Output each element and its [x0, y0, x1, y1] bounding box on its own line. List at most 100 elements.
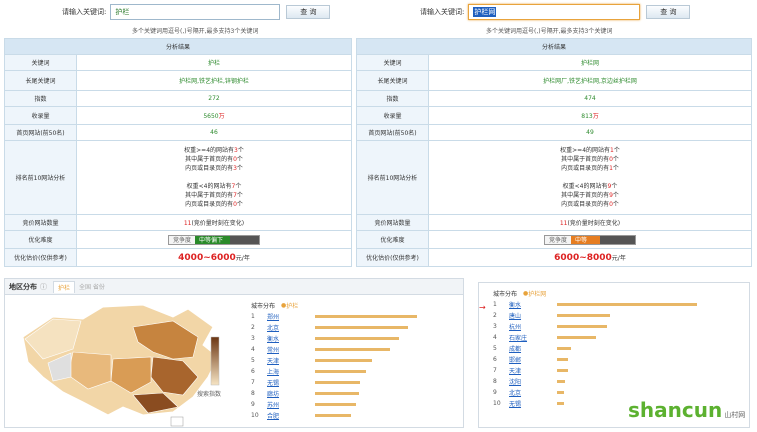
index-value: 272 [76, 90, 352, 107]
map-legend-text: 搜索指数 [197, 391, 222, 398]
city-link[interactable]: 上海 [267, 367, 297, 376]
city-bar [315, 403, 356, 406]
left-search-input[interactable]: 护栏 [110, 4, 281, 20]
city-row: 5 天津 [251, 355, 461, 366]
city-link[interactable]: 天津 [267, 356, 297, 365]
left-search-row: 请输入关键词: 护栏 查 询 [62, 4, 331, 20]
longtail-value: 护栏网,铁艺护栏,锌钢护栏 [76, 70, 352, 91]
index-label: 指数 [4, 90, 77, 107]
city-rank: 8 [251, 390, 255, 397]
left-query-button[interactable]: 查 询 [286, 5, 331, 19]
city-row: 8 沈阳 [493, 376, 743, 387]
china-map [22, 304, 220, 427]
difficulty-tag: 竞争度 [168, 235, 195, 244]
bid-label: 竞价网站数量 [4, 214, 77, 231]
tab-keyword[interactable]: 护栏 [53, 280, 76, 293]
help-icon[interactable]: ⓘ [40, 282, 47, 292]
top10-cell: 权重>=4的网站有1个 其中属于首页的有0个 内页或目录页的有1个 权重<4的网… [428, 140, 752, 215]
bid-note: (竞价量时刻在变化) [567, 220, 621, 227]
a1-unit: 个 [613, 147, 620, 154]
city-link[interactable]: 常州 [267, 345, 297, 354]
city-link[interactable]: 沈阳 [509, 377, 539, 386]
diff-label: 优化难度 [356, 230, 429, 249]
city-rank: 7 [493, 367, 497, 374]
city-ranking: 城市分布 ● 护栏 1 郑州 2 北京 3 衡水 4 常州 5 天津 6 上海 7 无锡 8 廊坊 9 苏州 10 合肥 [251, 299, 461, 421]
city-link[interactable]: 唐山 [509, 311, 539, 320]
top50-value: 46 [76, 124, 352, 141]
right-search-row: 请输入关键词: 护栏网 查 询 [420, 4, 691, 20]
city-link[interactable]: 苏州 [267, 400, 297, 409]
city-link[interactable]: 衡水 [267, 334, 297, 343]
price-unit: 元/年 [235, 254, 250, 262]
city-row: 1 衡水 [493, 299, 743, 310]
indexed-label: 收录量 [356, 106, 429, 125]
keyword-value: 护栏网 [428, 54, 752, 71]
index-value: 474 [428, 90, 752, 107]
a2-unit: 个 [236, 156, 243, 163]
price-value: 6000~8000 [554, 252, 612, 263]
city-rank: 5 [493, 345, 497, 352]
bid-note: (竞价量时刻在变化) [191, 220, 245, 227]
left-result-table: 分析结果 关键词 护栏 长尾关键词 护栏网,铁艺护栏,锌钢护栏 指数 272 收录量 5… [4, 38, 352, 267]
difficulty-tag: 竞争度 [544, 235, 571, 244]
legend-label: 护栏 [286, 302, 299, 310]
city-bar [557, 336, 597, 339]
city-link[interactable]: 北京 [509, 388, 539, 397]
city-ranking: 城市分布 ● 护栏网 1 衡水 2 唐山 3 杭州 4 石家庄 5 成都 6 邯郸 7 天津 8 沈阳 9 北京 10 无… [493, 287, 743, 409]
city-link[interactable]: 无锡 [267, 378, 297, 387]
city-row: 2 唐山 [493, 310, 743, 321]
city-row: 1 郑州 [251, 311, 461, 322]
right-search-input[interactable]: 护栏网 [468, 4, 641, 20]
bid-cell: 11(竞价量时刻在变化) [76, 214, 352, 231]
city-rank: 5 [251, 357, 255, 364]
a3-text: 内页或目录页的有 [561, 165, 610, 172]
b3-text: 内页或目录页的有 [561, 201, 610, 208]
city-link[interactable]: 合肥 [267, 411, 297, 420]
city-row: 8 廊坊 [251, 388, 461, 399]
a1-text: 权重>=4的网站有 [560, 147, 611, 154]
index-label: 指数 [356, 90, 429, 107]
city-row: 9 苏州 [251, 399, 461, 410]
city-link[interactable]: 郑州 [267, 312, 297, 321]
region-distribution-panel: 地区分布 ⓘ 护栏 全国 省份 搜索指数 城市分布 ● 护栏 1 郑州 2 北京 3 衡水 4 常… [4, 278, 464, 428]
city-row: 9 北京 [493, 387, 743, 398]
city-link[interactable]: 石家庄 [509, 333, 539, 342]
city-link[interactable]: 杭州 [509, 322, 539, 331]
longtail-label: 长尾关键词 [356, 70, 429, 91]
city-link[interactable]: 衡水 [509, 300, 539, 309]
city-ranking-header: 城市分布 ● 护栏网 [493, 287, 743, 299]
map-header: 地区分布 ⓘ 护栏 全国 省份 [5, 279, 463, 295]
city-ranking-header: 城市分布 ● 护栏 [251, 299, 461, 311]
indexed-unit: 万 [592, 113, 599, 120]
city-link[interactable]: 邯郸 [509, 355, 539, 364]
city-rank: 1 [493, 301, 497, 308]
b2-unit: 个 [236, 192, 243, 199]
a3-text: 内页或目录页的有 [185, 165, 234, 172]
city-bar [557, 325, 608, 328]
indexed-label: 收录量 [4, 106, 77, 125]
city-bar [557, 402, 564, 405]
city-bar [315, 326, 408, 329]
b1-unit: 个 [611, 183, 618, 190]
city-link[interactable]: 北京 [267, 323, 297, 332]
b1-text: 权重<4的网站有 [186, 183, 232, 190]
city-link[interactable]: 无锡 [509, 399, 539, 408]
city-bar [315, 315, 417, 318]
city-link[interactable]: 成都 [509, 344, 539, 353]
difficulty-bar: 竞争度 中等 [543, 234, 636, 245]
city-link[interactable]: 天津 [509, 366, 539, 375]
city-rank: 1 [251, 313, 255, 320]
city-rank: 4 [251, 346, 255, 353]
map-title: 地区分布 [9, 282, 37, 291]
keyword-value: 护栏 [76, 54, 352, 71]
watermark-small: 山村网 [724, 411, 746, 419]
city-rank: 6 [493, 356, 497, 363]
longtail-label: 长尾关键词 [4, 70, 77, 91]
price-cell: 4000~6000元/年 [76, 248, 352, 267]
city-bar [557, 303, 697, 306]
city-link[interactable]: 廊坊 [267, 389, 297, 398]
diff-label: 优化难度 [4, 230, 77, 249]
right-query-button[interactable]: 查 询 [646, 5, 691, 19]
price-label: 优化估价(仅供参考) [356, 248, 429, 267]
tab-region[interactable]: 全国 省份 [79, 282, 105, 291]
